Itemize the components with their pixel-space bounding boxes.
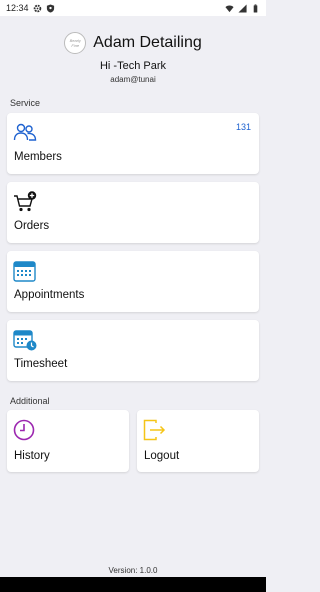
status-time: 12:34 [6, 3, 29, 13]
wifi-icon [225, 4, 234, 13]
timesheet-card[interactable]: Timesheet [7, 320, 259, 381]
members-label: Members [14, 151, 62, 163]
profile-header: Bearly Fine Adam Detailing Hi -Tech Park… [0, 30, 266, 84]
company-name: Adam Detailing [93, 34, 202, 51]
cellular-icon [238, 3, 247, 13]
system-nav-bar [0, 577, 266, 592]
history-label: History [14, 450, 50, 462]
branch-name: Hi -Tech Park [99, 60, 167, 72]
settings-icon [33, 4, 42, 13]
timesheet-label: Timesheet [14, 358, 68, 370]
section-label-additional: Additional [10, 396, 50, 406]
logout-label: Logout [144, 450, 180, 462]
clock-icon [13, 419, 37, 441]
calendar-clock-icon [13, 329, 37, 351]
calendar-icon [13, 260, 37, 282]
status-bar: 12:34 [0, 0, 266, 16]
logout-icon [143, 419, 167, 441]
appointments-label: Appointments [14, 289, 85, 301]
logout-card[interactable]: Logout [137, 410, 259, 472]
company-logo: Bearly Fine [64, 32, 87, 54]
members-card[interactable]: 131 Members [7, 113, 259, 174]
shield-icon [46, 3, 55, 13]
members-icon [13, 122, 37, 144]
section-label-service: Service [10, 98, 41, 108]
orders-label: Orders [14, 220, 50, 232]
appointments-card[interactable]: Appointments [7, 251, 259, 312]
user-email: adam@tunai [110, 75, 156, 84]
battery-icon [251, 3, 260, 13]
history-card[interactable]: History [7, 410, 129, 472]
orders-card[interactable]: Orders [7, 182, 259, 243]
members-count: 131 [235, 122, 251, 132]
cart-add-icon [13, 191, 37, 213]
app-version: Version: 1.0.0 [108, 566, 158, 575]
